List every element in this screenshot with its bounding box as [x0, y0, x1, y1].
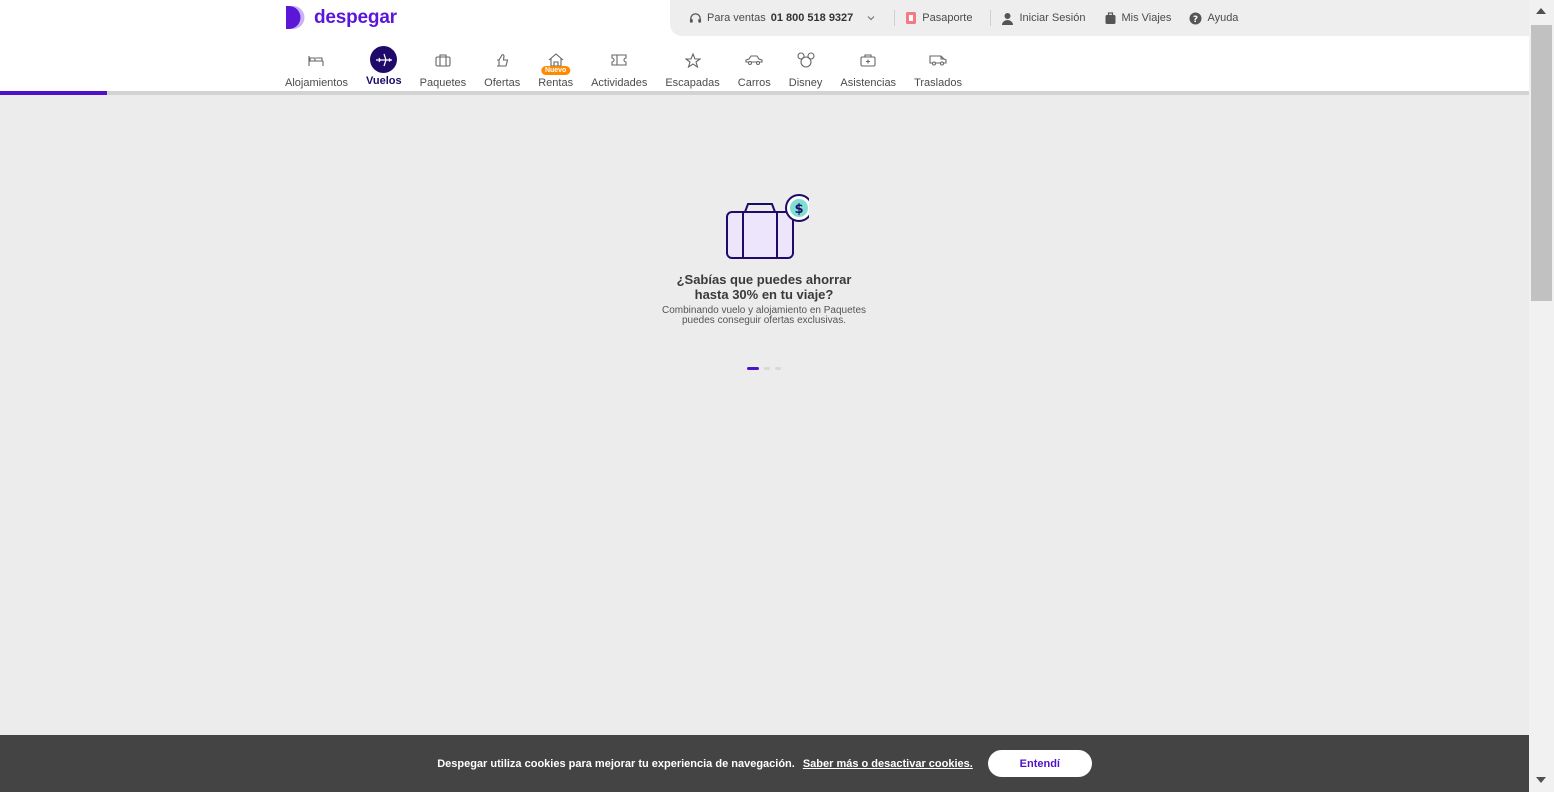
van-icon — [929, 49, 947, 71]
nav-item-vuelos[interactable]: Vuelos — [357, 46, 411, 90]
site-header: despegar Para ventas 01 800 518 9327 Pas… — [0, 0, 1529, 91]
nav-item-disney[interactable]: Disney — [780, 46, 832, 90]
sales-label: Para ventas — [707, 12, 766, 24]
login-link[interactable]: Iniciar Sesión — [1001, 12, 1086, 25]
headset-icon — [689, 12, 702, 23]
mickey-icon — [797, 49, 815, 71]
suitcase-icon — [435, 49, 451, 71]
cookie-accept-button[interactable]: Entendí — [987, 750, 1092, 777]
nav-item-rentas[interactable]: Nuevo Rentas — [529, 46, 582, 90]
ticket-icon — [611, 49, 627, 71]
carousel-dots — [747, 367, 781, 370]
topbar-divider — [990, 10, 992, 26]
tip-subtitle: Combinando vuelo y alojamiento en Paquet… — [614, 306, 914, 326]
suitcase-savings-illustration-icon: $ — [726, 194, 809, 259]
svg-text:?: ? — [1193, 15, 1198, 25]
nav-label: Asistencias — [840, 77, 897, 89]
carousel-dot[interactable] — [775, 367, 781, 370]
plane-icon — [370, 46, 398, 73]
passport-label: Pasaporte — [922, 12, 973, 24]
product-nav: Alojamientos Vuelos Paquetes Ofertas Nue… — [276, 46, 971, 90]
luggage-icon — [1105, 11, 1115, 24]
logo-text: despegar — [314, 6, 397, 28]
my-trips-label: Mis Viajes — [1121, 12, 1172, 24]
nav-label: Carros — [737, 77, 771, 89]
carousel-dot[interactable] — [747, 367, 759, 370]
nav-item-ofertas[interactable]: Ofertas — [475, 46, 529, 90]
nav-item-actividades[interactable]: Actividades — [582, 46, 656, 90]
bed-icon — [307, 49, 325, 71]
carousel-dot[interactable] — [764, 367, 770, 370]
scroll-up-arrow-icon[interactable] — [1536, 8, 1546, 14]
nav-label: Traslados — [914, 77, 962, 89]
help-link[interactable]: ? Ayuda — [1189, 12, 1238, 25]
nav-label: Paquetes — [419, 77, 467, 89]
top-utility-bar: Para ventas 01 800 518 9327 Pasaporte In… — [670, 0, 1529, 36]
chevron-down-icon — [867, 16, 875, 21]
medkit-icon — [860, 49, 876, 71]
loading-progress-fill — [0, 91, 108, 95]
cookie-message: Despegar utiliza cookies para mejorar tu… — [437, 757, 795, 770]
loading-tip-card: $ ¿Sabías que puedes ahorrar hasta 30% e… — [614, 190, 914, 326]
cookie-banner: Despegar utiliza cookies para mejorar tu… — [0, 735, 1529, 792]
nav-label: Ofertas — [484, 77, 521, 89]
nav-item-escapadas[interactable]: Escapadas — [656, 46, 728, 90]
thumbs-up-icon — [495, 49, 509, 71]
help-icon: ? — [1189, 12, 1202, 25]
passport-icon — [906, 12, 917, 24]
nav-item-paquetes[interactable]: Paquetes — [411, 46, 475, 90]
scroll-down-arrow-icon[interactable] — [1536, 777, 1546, 783]
nav-label: Alojamientos — [285, 77, 348, 89]
sales-phone-number: 01 800 518 9327 — [770, 12, 854, 24]
login-label: Iniciar Sesión — [1019, 12, 1086, 24]
my-trips-link[interactable]: Mis Viajes — [1104, 11, 1172, 25]
nav-item-carros[interactable]: Carros — [729, 46, 780, 90]
svg-text:$: $ — [794, 202, 803, 217]
nav-item-traslados[interactable]: Traslados — [905, 46, 971, 90]
nav-label: Rentas — [538, 77, 574, 89]
sales-phone-dropdown[interactable]: Para ventas 01 800 518 9327 — [689, 12, 876, 25]
help-label: Ayuda — [1207, 12, 1239, 24]
nav-item-asistencias[interactable]: Asistencias — [831, 46, 905, 90]
despegar-logo[interactable]: despegar — [284, 5, 397, 30]
nav-label: Actividades — [591, 77, 648, 89]
nav-label: Disney — [788, 77, 823, 89]
tip-title-line-2: hasta 30% en tu viaje? — [694, 287, 834, 302]
tip-subtitle-line-2: puedes conseguir ofertas exclusivas. — [682, 315, 846, 326]
topbar-divider — [894, 10, 896, 26]
vertical-scrollbar[interactable] — [1529, 0, 1554, 792]
tip-title: ¿Sabías que puedes ahorrar hasta 30% en … — [614, 272, 914, 302]
cookie-settings-link[interactable]: Saber más o desactivar cookies. — [803, 758, 973, 770]
tip-title-line-1: ¿Sabías que puedes ahorrar — [676, 272, 852, 287]
new-badge: Nuevo — [540, 66, 571, 75]
car-icon — [745, 49, 763, 71]
passport-link[interactable]: Pasaporte — [905, 11, 972, 25]
nav-item-alojamientos[interactable]: Alojamientos — [276, 46, 357, 90]
star-icon — [684, 49, 701, 71]
user-icon — [1002, 12, 1014, 25]
nav-label: Escapadas — [665, 77, 720, 89]
nav-label: Vuelos — [365, 75, 402, 87]
logo-mark-icon — [286, 6, 305, 29]
loading-progress-bar — [0, 91, 1529, 95]
scrollbar-thumb[interactable] — [1531, 25, 1552, 301]
